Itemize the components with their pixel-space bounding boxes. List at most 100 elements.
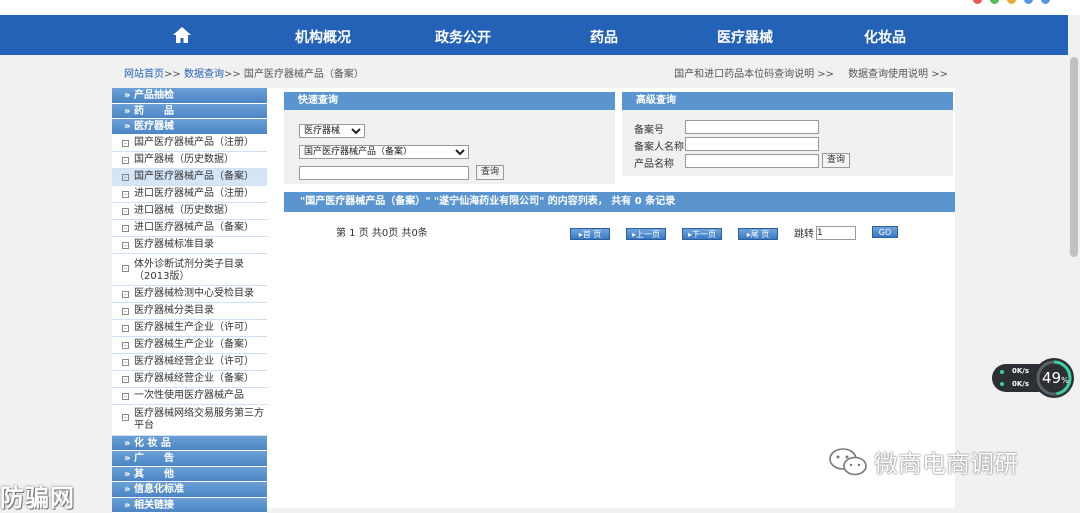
nav-item-medical-devices[interactable]: 医疗器械: [717, 27, 773, 47]
expand-box-icon: –: [122, 225, 129, 232]
advanced-search-button[interactable]: 查询: [822, 153, 850, 168]
registrant-label: 备案人名称: [634, 138, 684, 153]
keyword-input[interactable]: [299, 166, 469, 180]
nav-item-cosmetics[interactable]: 化妆品: [864, 27, 906, 47]
sidebar-item[interactable]: –医疗器械分类目录: [112, 303, 267, 320]
sidebar-item[interactable]: –进口医疗器械产品（备案）: [112, 220, 267, 237]
last-page-button[interactable]: ▸尾 页: [738, 228, 778, 240]
expand-box-icon: –: [122, 191, 129, 198]
sidebar-item-label: 医疗器械标准目录: [134, 239, 267, 251]
sidebar-item[interactable]: –进口医疗器械产品（注册）: [112, 186, 267, 203]
extension-icon[interactable]: [1041, 0, 1050, 4]
expand-box-icon: –: [122, 342, 129, 349]
sidebar-item-label: 国产器械（历史数据）: [134, 154, 267, 166]
expand-box-icon: –: [122, 325, 129, 332]
sidebar-item-active[interactable]: –国产医疗器械产品（备案）: [112, 169, 267, 186]
sidebar-item-label: 医疗器械生产企业（许可）: [134, 322, 267, 334]
extension-icon[interactable]: [1024, 0, 1033, 4]
expand-box-icon: –: [122, 157, 129, 164]
scrollbar-thumb[interactable]: [1070, 57, 1078, 257]
expand-box-icon: –: [122, 208, 129, 215]
extension-icon[interactable]: [1007, 0, 1016, 4]
sidebar-item[interactable]: –国产医疗器械产品（注册）: [112, 135, 267, 152]
breadcrumb-separator: >>: [164, 69, 181, 80]
query-help-link[interactable]: 数据查询使用说明 >>: [848, 65, 948, 80]
sidebar-item-label: 医疗器械检测中心受检目录: [134, 288, 267, 300]
sidebar-group-it-standards[interactable]: » 信息化标准: [112, 482, 267, 498]
nav-item-drugs[interactable]: 药品: [590, 27, 618, 47]
watermark-right-text: 微商电商调研: [874, 444, 1018, 479]
subcategory-select[interactable]: 国产医疗器械产品（备案）: [299, 145, 469, 159]
sidebar-item[interactable]: –医疗器械检测中心受检目录: [112, 286, 267, 303]
results-header: "国产医疗器械产品（备案）" "遂宁仙海药业有限公司" 的内容列表， 共有 0 …: [284, 192, 955, 212]
quick-search-title: 快速查询: [284, 92, 615, 110]
category-select[interactable]: 医疗器械: [299, 124, 365, 138]
prev-page-button[interactable]: ▸上一页: [626, 228, 666, 240]
browser-extension-icons: [973, 0, 1050, 4]
sidebar-item[interactable]: –医疗器械经营企业（许可）: [112, 354, 267, 371]
sidebar-item[interactable]: –医疗器械网络交易服务第三方平台: [112, 405, 267, 436]
registrant-input[interactable]: [685, 137, 819, 151]
next-page-button[interactable]: ▸下一页: [682, 228, 722, 240]
sidebar-group-links[interactable]: » 相关链接: [112, 498, 267, 513]
sidebar-item[interactable]: –医疗器械生产企业（许可）: [112, 320, 267, 337]
main-navigation: 机构概况 政务公开 药品 医疗器械 化妆品: [0, 15, 1068, 55]
expand-box-icon: –: [122, 308, 129, 315]
product-name-label: 产品名称: [634, 155, 674, 170]
extension-icon[interactable]: [973, 0, 982, 4]
breadcrumb: 网站首页>> 数据查询>> 国产医疗器械产品（备案）: [124, 65, 364, 80]
extension-icon[interactable]: [990, 0, 999, 4]
sidebar-group-cosmetics[interactable]: » 化 妆 品: [112, 436, 267, 452]
upload-speed: 0K/s: [1012, 367, 1029, 375]
expand-box-icon: –: [122, 291, 129, 298]
sidebar-item-label: 医疗器械分类目录: [134, 305, 267, 317]
nav-item-overview[interactable]: 机构概况: [295, 27, 351, 47]
record-number-input[interactable]: [685, 120, 819, 134]
sidebar-item-label: 进口器械（历史数据）: [134, 205, 267, 217]
wechat-icon: [828, 447, 868, 477]
watermark-right: 微商电商调研: [828, 444, 1018, 479]
quick-search-button[interactable]: 查询: [476, 165, 504, 180]
download-speed: 0K/s: [1012, 380, 1029, 388]
page-scrollbar[interactable]: [1068, 55, 1080, 508]
sidebar-item-label: 一次性使用医疗器械产品: [134, 390, 267, 402]
pager-info: 第 1 页 共0页 共0条: [336, 224, 428, 239]
sidebar-item-label: 体外诊断试剂分类子目录（2013版）: [134, 259, 267, 283]
sidebar-group-ads[interactable]: » 广 告: [112, 451, 267, 467]
network-speed-widget[interactable]: 0K/s 0K/s 49%: [992, 358, 1076, 398]
breadcrumb-separator: >>: [224, 69, 241, 80]
sidebar-item[interactable]: –一次性使用医疗器械产品: [112, 388, 267, 405]
sidebar-item[interactable]: –医疗器械标准目录: [112, 237, 267, 254]
sidebar-group-drugs[interactable]: » 药 品: [112, 104, 267, 120]
sidebar-item[interactable]: –医疗器械生产企业（备案）: [112, 337, 267, 354]
nav-item-gov-affairs[interactable]: 政务公开: [435, 27, 491, 47]
drug-code-help-link[interactable]: 国产和进口药品本位码查询说明 >>: [674, 65, 834, 80]
sidebar-group-other[interactable]: » 其 他: [112, 467, 267, 483]
product-name-input[interactable]: [685, 154, 819, 168]
first-page-button[interactable]: ▸首 页: [570, 228, 610, 240]
sidebar-group-devices[interactable]: » 医疗器械: [112, 119, 267, 135]
quick-search-panel: 快速查询 医疗器械 国产医疗器械产品（备案） 查询: [284, 92, 615, 184]
sidebar-group-sampling[interactable]: » 产品抽检: [112, 88, 267, 104]
sidebar-item-label: 医疗器械经营企业（备案）: [134, 373, 267, 385]
expand-box-icon: –: [122, 242, 129, 249]
sidebar-item-label: 医疗器械网络交易服务第三方平台: [134, 408, 267, 432]
home-icon[interactable]: [172, 26, 192, 44]
sidebar-item-label: 医疗器械生产企业（备案）: [134, 339, 267, 351]
sidebar-item[interactable]: –国产器械（历史数据）: [112, 152, 267, 169]
sidebar-item[interactable]: –体外诊断试剂分类子目录（2013版）: [112, 254, 267, 286]
sidebar-item-label: 进口医疗器械产品（备案）: [134, 222, 267, 234]
memory-percent-value: 49: [1042, 369, 1061, 387]
jump-page-input[interactable]: [816, 226, 856, 240]
expand-box-icon: –: [122, 359, 129, 366]
breadcrumb-home-link[interactable]: 网站首页: [124, 69, 164, 80]
sidebar-item-label: 国产医疗器械产品（备案）: [134, 171, 267, 183]
jump-label: 跳转: [794, 225, 814, 240]
breadcrumb-query-link[interactable]: 数据查询: [184, 69, 224, 80]
expand-box-icon: –: [122, 414, 129, 421]
go-button[interactable]: GO: [872, 226, 898, 238]
top-strip: [0, 0, 1080, 15]
memory-percent: 49%: [1042, 369, 1069, 387]
sidebar-item[interactable]: –进口器械（历史数据）: [112, 203, 267, 220]
sidebar-item[interactable]: –医疗器械经营企业（备案）: [112, 371, 267, 388]
